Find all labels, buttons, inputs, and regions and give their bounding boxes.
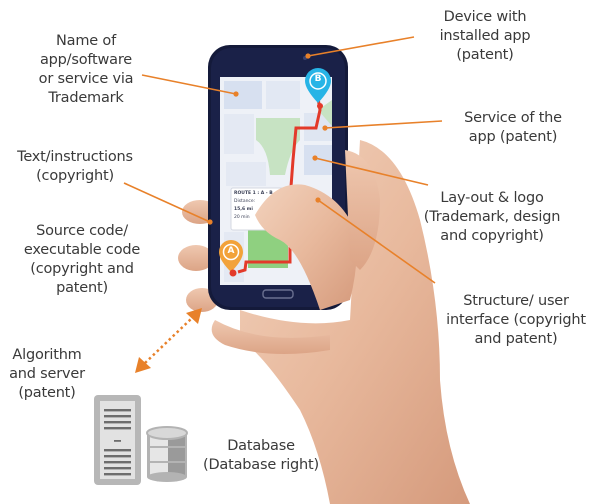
label-database: Database (Database right) — [196, 437, 326, 475]
label-line: executable code — [23, 242, 141, 258]
server-icon — [94, 395, 141, 485]
label-line: installed app — [439, 28, 531, 44]
label-text-instructions: Text/instructions (copyright) — [0, 148, 150, 186]
route-card-title: ROUTE 1 : A - B — [234, 191, 273, 196]
label-line: (copyright and — [30, 261, 134, 277]
label-line: and server — [9, 366, 85, 382]
database-icon — [146, 426, 188, 482]
label-line: Text/instructions — [17, 149, 133, 165]
pin-a-letter: A — [227, 246, 235, 256]
label-line: (copyright) — [36, 168, 114, 184]
ip-diagram: ROUTE 1 : A - B Distance: 15,6 mi 20 min… — [0, 0, 600, 504]
label-line: patent) — [56, 280, 108, 296]
label-line: (patent) — [18, 385, 76, 401]
pin-b-letter: B — [314, 74, 322, 84]
label-line: and patent) — [474, 331, 558, 347]
label-line: Database — [227, 438, 295, 454]
label-algorithm-server: Algorithm and server (patent) — [0, 346, 94, 403]
label-line: Service of the — [464, 110, 562, 126]
label-line: Source code/ — [36, 223, 128, 239]
label-line: or service via — [38, 71, 134, 87]
label-line: app/software — [39, 52, 133, 68]
route-card: ROUTE 1 : A - B Distance: 15,6 mi 20 min — [234, 190, 290, 222]
label-line: Algorithm — [12, 347, 82, 363]
label-line: Device with — [443, 9, 527, 25]
label-line: Trademark — [48, 90, 124, 106]
label-device: Device with installed app (patent) — [410, 8, 560, 65]
label-structure-ui: Structure/ user interface (copyright and… — [436, 292, 596, 349]
label-line: Structure/ user — [463, 293, 569, 309]
label-line: Lay-out & logo — [440, 190, 544, 206]
route-card-distance-label: Distance: — [234, 199, 256, 204]
label-line: and copyright) — [440, 228, 544, 244]
label-service: Service of the app (patent) — [448, 109, 578, 147]
route-card-distance-value: 15,6 mi — [234, 207, 253, 212]
route-card-time: 20 min — [234, 215, 250, 220]
label-line: Name of — [56, 33, 116, 49]
label-line: (Database right) — [203, 457, 319, 473]
label-layout-logo: Lay-out & logo (Trademark, design and co… — [412, 189, 572, 246]
label-line: interface (copyright — [446, 312, 586, 328]
label-line: app (patent) — [468, 129, 558, 145]
label-name-of-app: Name of app/software or service via Trad… — [20, 32, 152, 108]
double-arrow-icon — [135, 308, 202, 373]
label-source-code: Source code/ executable code (copyright … — [12, 222, 152, 298]
label-line: (patent) — [456, 47, 514, 63]
label-line: (Trademark, design — [423, 209, 561, 225]
